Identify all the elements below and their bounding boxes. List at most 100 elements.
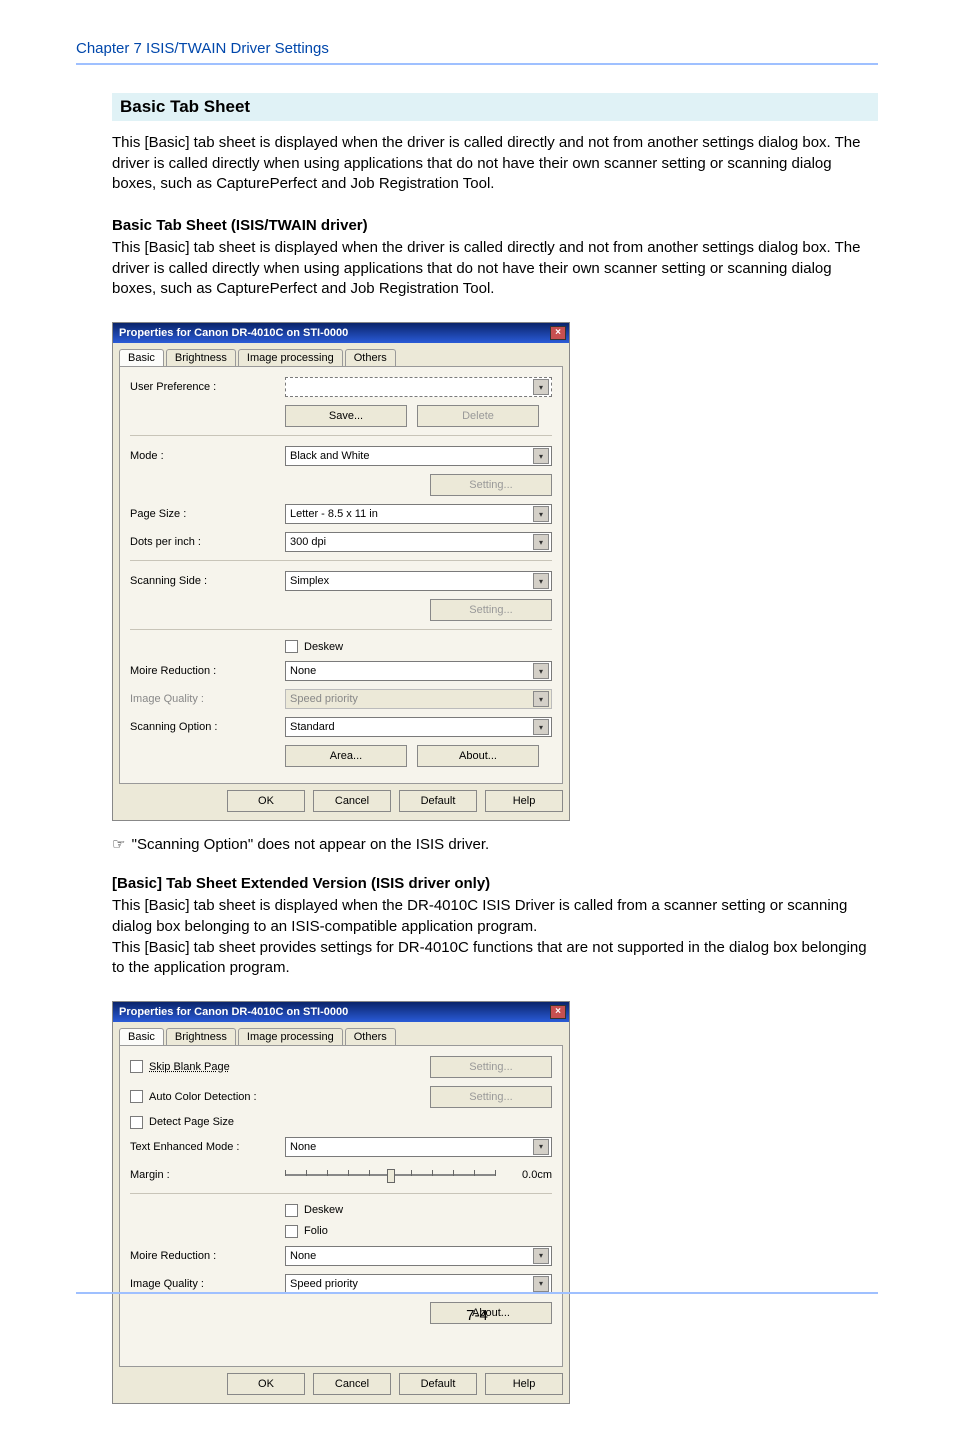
divider — [130, 560, 552, 561]
checkbox-skip-blank[interactable] — [130, 1060, 143, 1073]
checkbox-folio[interactable] — [285, 1225, 298, 1238]
divider — [130, 435, 552, 436]
chevron-down-icon: ▾ — [533, 534, 549, 550]
sub2-heading: [Basic] Tab Sheet Extended Version (ISIS… — [112, 875, 878, 892]
about-button[interactable]: About... — [417, 745, 539, 767]
combo-moire[interactable]: None ▾ — [285, 1246, 552, 1266]
sub2-text2: This [Basic] tab sheet provides settings… — [112, 938, 878, 979]
combo-mode-value: Black and White — [290, 450, 369, 462]
tab-strip: Basic Brightness Image processing Others — [113, 343, 569, 366]
chevron-down-icon: ▾ — [533, 1248, 549, 1264]
tab-others[interactable]: Others — [345, 1028, 396, 1045]
label-skip-blank: Skip Blank Page — [149, 1061, 430, 1073]
combo-scanning-side[interactable]: Simplex ▾ — [285, 571, 552, 591]
tab-strip: Basic Brightness Image processing Others — [113, 1022, 569, 1045]
section-title-bar: Basic Tab Sheet — [112, 93, 878, 121]
chevron-down-icon: ▾ — [533, 448, 549, 464]
area-button[interactable]: Area... — [285, 745, 407, 767]
note-line: ☞ "Scanning Option" does not appear on t… — [112, 835, 878, 853]
label-scanning-option: Scanning Option : — [130, 721, 285, 733]
label-margin: Margin : — [130, 1169, 285, 1181]
footer-rule — [76, 1292, 878, 1294]
label-user-preference: User Preference : — [130, 381, 285, 393]
tab-brightness[interactable]: Brightness — [166, 1028, 236, 1045]
mode-setting-button[interactable]: Setting... — [430, 474, 552, 496]
section-title: Basic Tab Sheet — [120, 97, 250, 116]
label-auto-color: Auto Color Detection : — [149, 1091, 430, 1103]
combo-image-quality[interactable]: Speed priority ▾ — [285, 1274, 552, 1294]
combo-page-size[interactable]: Letter - 8.5 x 11 in ▾ — [285, 504, 552, 524]
combo-dpi-value: 300 dpi — [290, 536, 326, 548]
window-title: Properties for Canon DR-4010C on STI-000… — [119, 1006, 348, 1018]
checkbox-deskew[interactable] — [285, 1204, 298, 1217]
save-button[interactable]: Save... — [285, 405, 407, 427]
chevron-down-icon: ▾ — [533, 1276, 549, 1292]
combo-scanopt-value: Standard — [290, 721, 335, 733]
chevron-down-icon: ▾ — [533, 663, 549, 679]
checkbox-auto-color[interactable] — [130, 1090, 143, 1103]
sub1-heading: Basic Tab Sheet (ISIS/TWAIN driver) — [112, 217, 878, 234]
label-moire: Moire Reduction : — [130, 1250, 285, 1262]
tab-brightness[interactable]: Brightness — [166, 349, 236, 366]
side-setting-button[interactable]: Setting... — [430, 599, 552, 621]
combo-scanning-option[interactable]: Standard ▾ — [285, 717, 552, 737]
label-image-quality: Image Quality : — [130, 1278, 285, 1290]
chevron-down-icon: ▾ — [533, 691, 549, 707]
cancel-button[interactable]: Cancel — [313, 1373, 391, 1395]
label-page-size: Page Size : — [130, 508, 285, 520]
combo-image-quality: Speed priority ▾ — [285, 689, 552, 709]
close-icon[interactable]: × — [550, 1005, 566, 1019]
tab-basic[interactable]: Basic — [119, 349, 164, 366]
combo-tem-value: None — [290, 1141, 316, 1153]
tab-image-processing[interactable]: Image processing — [238, 349, 343, 366]
sub2-text1: This [Basic] tab sheet is displayed when… — [112, 896, 878, 937]
divider — [130, 1193, 552, 1194]
label-text-enhanced: Text Enhanced Mode : — [130, 1141, 285, 1153]
close-icon[interactable]: × — [550, 326, 566, 340]
combo-dpi[interactable]: 300 dpi ▾ — [285, 532, 552, 552]
chevron-down-icon: ▾ — [533, 379, 549, 395]
label-image-quality: Image Quality : — [130, 693, 285, 705]
chevron-down-icon: ▾ — [533, 573, 549, 589]
slider-thumb-icon[interactable] — [387, 1169, 395, 1183]
divider — [130, 629, 552, 630]
tab-others[interactable]: Others — [345, 349, 396, 366]
combo-moire[interactable]: None ▾ — [285, 661, 552, 681]
checkbox-deskew[interactable] — [285, 640, 298, 653]
combo-mode[interactable]: Black and White ▾ — [285, 446, 552, 466]
default-button[interactable]: Default — [399, 1373, 477, 1395]
skip-setting-button[interactable]: Setting... — [430, 1056, 552, 1078]
window-titlebar: Properties for Canon DR-4010C on STI-000… — [113, 1002, 569, 1022]
cancel-button[interactable]: Cancel — [313, 790, 391, 812]
default-button[interactable]: Default — [399, 790, 477, 812]
tab-basic[interactable]: Basic — [119, 1028, 164, 1045]
combo-text-enhanced[interactable]: None ▾ — [285, 1137, 552, 1157]
page-number: 7-4 — [0, 1307, 954, 1324]
label-detect-page-size: Detect Page Size — [149, 1116, 234, 1128]
label-deskew: Deskew — [304, 1204, 343, 1216]
note-text: "Scanning Option" does not appear on the… — [132, 836, 490, 853]
ok-button[interactable]: OK — [227, 790, 305, 812]
chevron-down-icon: ▾ — [533, 1139, 549, 1155]
help-button[interactable]: Help — [485, 1373, 563, 1395]
checkbox-detect-page-size[interactable] — [130, 1116, 143, 1129]
combo-iq-value: Speed priority — [290, 1278, 358, 1290]
slider-margin[interactable] — [285, 1165, 496, 1185]
ok-button[interactable]: OK — [227, 1373, 305, 1395]
combo-user-preference[interactable]: ▾ — [285, 377, 552, 397]
combo-moire-value: None — [290, 1250, 316, 1262]
label-folio: Folio — [304, 1225, 328, 1237]
help-button[interactable]: Help — [485, 790, 563, 812]
tab-image-processing[interactable]: Image processing — [238, 1028, 343, 1045]
auto-color-setting-button[interactable]: Setting... — [430, 1086, 552, 1108]
tab-panel: User Preference : ▾ Save... Delete Mode … — [119, 366, 563, 784]
section-intro: This [Basic] tab sheet is displayed when… — [112, 133, 878, 195]
dialog-basic-tab: Properties for Canon DR-4010C on STI-000… — [112, 322, 570, 821]
chevron-down-icon: ▾ — [533, 506, 549, 522]
label-mode: Mode : — [130, 450, 285, 462]
margin-value: 0.0cm — [504, 1169, 552, 1181]
label-scanning-side: Scanning Side : — [130, 575, 285, 587]
label-moire: Moire Reduction : — [130, 665, 285, 677]
combo-iq-value: Speed priority — [290, 693, 358, 705]
delete-button[interactable]: Delete — [417, 405, 539, 427]
